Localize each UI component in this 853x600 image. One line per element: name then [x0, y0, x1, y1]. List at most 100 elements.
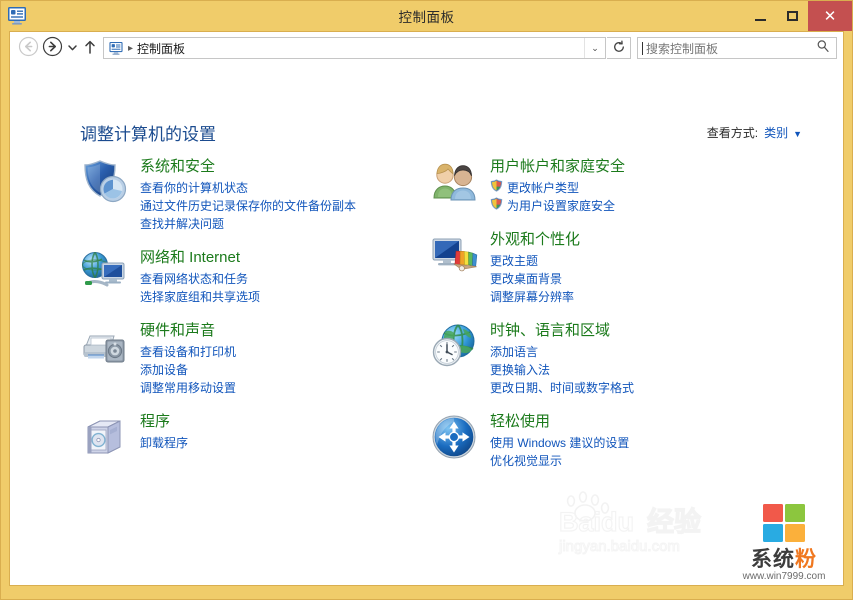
- category-sub-link-label: 添加设备: [140, 363, 189, 377]
- category-sub-link[interactable]: 查看设备和打印机: [140, 343, 480, 361]
- category-sub-link[interactable]: 更换输入法: [490, 361, 830, 379]
- category-title-link[interactable]: 用户帐户和家庭安全: [490, 157, 830, 177]
- category-sub-link-label: 卸载程序: [140, 436, 189, 450]
- refresh-button[interactable]: [607, 37, 631, 59]
- category-column-left: 系统和安全 查看你的计算机状态 通过文件历史记录保存你的文件备份副本 查找并解决问题 …: [80, 156, 480, 475]
- category-sub-link[interactable]: 查看你的计算机状态: [140, 179, 480, 197]
- breadcrumb[interactable]: 控制面板: [137, 40, 584, 57]
- category-sub-link[interactable]: 查看网络状态和任务: [140, 270, 480, 288]
- chevron-down-icon: [67, 41, 78, 56]
- chevron-down-icon[interactable]: ▼: [793, 129, 802, 139]
- category-item: 时钟、语言和区域 添加语言更换输入法更改日期、时间或数字格式: [430, 320, 830, 397]
- category-sub-link[interactable]: 通过文件历史记录保存你的文件备份副本: [140, 197, 480, 215]
- address-dropdown-icon[interactable]: ⌄: [584, 38, 605, 58]
- category-title-link[interactable]: 轻松使用: [490, 412, 830, 432]
- view-by-control: 查看方式: 类别 ▼: [707, 124, 802, 141]
- brand-url: www.win7999.com: [742, 571, 826, 582]
- shield-security-icon[interactable]: [80, 158, 128, 206]
- category-sub-link[interactable]: 更改桌面背景: [490, 270, 830, 288]
- category-sub-link[interactable]: 更改日期、时间或数字格式: [490, 379, 830, 397]
- category-item: 硬件和声音查看设备和打印机添加设备调整常用移动设置: [80, 320, 480, 397]
- category-item: 轻松使用使用 Windows 建议的设置优化视觉显示: [430, 411, 830, 470]
- category-title-link[interactable]: 硬件和声音: [140, 321, 480, 341]
- navigation-bar: ▸ 控制面板 ⌄ 搜索控制面板: [10, 32, 843, 64]
- category-sub-link[interactable]: 添加设备: [140, 361, 480, 379]
- user-accounts-icon[interactable]: [430, 158, 478, 206]
- category-sub-link[interactable]: 更改主题: [490, 252, 830, 270]
- refresh-icon: [612, 40, 626, 57]
- category-item: 网络和 Internet 查看网络状态和任务选择家庭组和共享选项: [80, 247, 480, 306]
- category-sub-link[interactable]: 选择家庭组和共享选项: [140, 288, 480, 306]
- appearance-personalization-icon[interactable]: [430, 231, 478, 279]
- category-title-link[interactable]: 时钟、语言和区域: [490, 321, 830, 341]
- up-button[interactable]: [81, 36, 98, 60]
- client-area: ▸ 控制面板 ⌄ 搜索控制面板 调整计算机的设置 查看方式: 类别 ▼ 系统和安…: [9, 31, 844, 586]
- category-sub-link[interactable]: 更改帐户类型: [490, 179, 830, 197]
- category-sub-link[interactable]: 调整常用移动设置: [140, 379, 480, 397]
- category-sub-link-label: 更改主题: [490, 254, 539, 268]
- recent-locations-button[interactable]: [64, 36, 81, 60]
- clock-language-region-icon[interactable]: [430, 322, 478, 370]
- view-by-value[interactable]: 类别: [764, 124, 788, 141]
- category-sub-link-label: 更改桌面背景: [490, 272, 563, 286]
- category-title-link[interactable]: 程序: [140, 412, 480, 432]
- category-sub-link[interactable]: 卸载程序: [140, 434, 480, 452]
- category-sub-link-label: 通过文件历史记录保存你的文件备份副本: [140, 199, 357, 213]
- category-sub-link-label: 更改帐户类型: [507, 181, 580, 195]
- control-panel-icon: [108, 41, 124, 56]
- category-sub-link-label: 更换输入法: [490, 363, 551, 377]
- brand-name-dark: 系统: [751, 548, 795, 571]
- category-sub-link-label: 查看网络状态和任务: [140, 272, 249, 286]
- category-title-link[interactable]: 网络和 Internet: [140, 248, 480, 268]
- forward-button[interactable]: [40, 36, 64, 60]
- svg-text:jingyan.baidu.com: jingyan.baidu.com: [558, 538, 680, 555]
- category-sub-link[interactable]: 使用 Windows 建议的设置: [490, 434, 830, 452]
- category-sub-link-label: 更改日期、时间或数字格式: [490, 381, 635, 395]
- minimize-button[interactable]: [744, 1, 776, 31]
- search-input[interactable]: 搜索控制面板: [637, 37, 837, 59]
- category-sub-link-label: 为用户设置家庭安全: [507, 199, 616, 213]
- window-title: 控制面板: [398, 10, 455, 25]
- category-sub-link-label: 查找并解决问题: [140, 217, 225, 231]
- caption-buttons: ✕: [744, 1, 852, 31]
- back-button[interactable]: [16, 36, 40, 60]
- forward-arrow-icon: [42, 36, 63, 60]
- breadcrumb-separator: ▸: [128, 42, 134, 54]
- category-sub-link[interactable]: 为用户设置家庭安全: [490, 197, 830, 215]
- category-grid: 系统和安全 查看你的计算机状态 通过文件历史记录保存你的文件备份副本 查找并解决问题 …: [10, 156, 843, 516]
- category-item: 程序 卸载程序: [80, 411, 480, 461]
- ease-of-access-icon[interactable]: [430, 413, 478, 461]
- category-title-link[interactable]: 系统和安全: [140, 157, 480, 177]
- category-item: 系统和安全查看你的计算机状态通过文件历史记录保存你的文件备份副本 查找并解决问题: [80, 156, 480, 233]
- brand-name-accent: 粉: [795, 548, 817, 571]
- page-title: 调整计算机的设置: [80, 125, 216, 144]
- category-sub-link-label: 调整屏幕分辨率: [490, 290, 575, 304]
- category-body: 程序 卸载程序: [140, 411, 480, 452]
- brand-logo: 系统粉 www.win7999.com: [729, 503, 839, 582]
- close-icon: ✕: [823, 6, 837, 25]
- minimize-icon: [754, 19, 766, 21]
- programs-icon[interactable]: [80, 413, 128, 461]
- address-bar[interactable]: ▸ 控制面板 ⌄: [103, 37, 606, 59]
- brand-name: 系统粉: [729, 549, 839, 571]
- category-sub-link[interactable]: 添加语言: [490, 343, 830, 361]
- category-sub-link[interactable]: 优化视觉显示: [490, 452, 830, 470]
- category-title-link[interactable]: 外观和个性化: [490, 230, 830, 250]
- network-internet-icon[interactable]: [80, 249, 128, 297]
- windows-squares-icon: [729, 503, 839, 548]
- hardware-sound-icon[interactable]: [80, 322, 128, 370]
- category-column-right: 用户帐户和家庭安全 更改帐户类型 为用户设置家庭安全 外观和个性化 更改主题 更…: [430, 156, 830, 484]
- category-sub-link-label: 查看你的计算机状态: [140, 181, 249, 195]
- category-body: 外观和个性化更改主题更改桌面背景 调整屏幕分辨率: [490, 229, 830, 306]
- maximize-button[interactable]: [776, 1, 808, 31]
- up-arrow-icon: [83, 39, 97, 58]
- close-button[interactable]: ✕: [808, 1, 852, 31]
- category-item: 外观和个性化更改主题更改桌面背景 调整屏幕分辨率: [430, 229, 830, 306]
- category-sub-link[interactable]: 查找并解决问题: [140, 215, 480, 233]
- category-sub-link-label: 优化视觉显示: [490, 454, 563, 468]
- title-bar: 控制面板 ✕: [1, 1, 852, 31]
- content-area: 调整计算机的设置 查看方式: 类别 ▼ 系统和安全查看你的计算机状态通过文件历史…: [10, 64, 843, 585]
- uac-shield-icon: [490, 197, 503, 215]
- category-body: 硬件和声音查看设备和打印机添加设备调整常用移动设置: [140, 320, 480, 397]
- category-sub-link[interactable]: 调整屏幕分辨率: [490, 288, 830, 306]
